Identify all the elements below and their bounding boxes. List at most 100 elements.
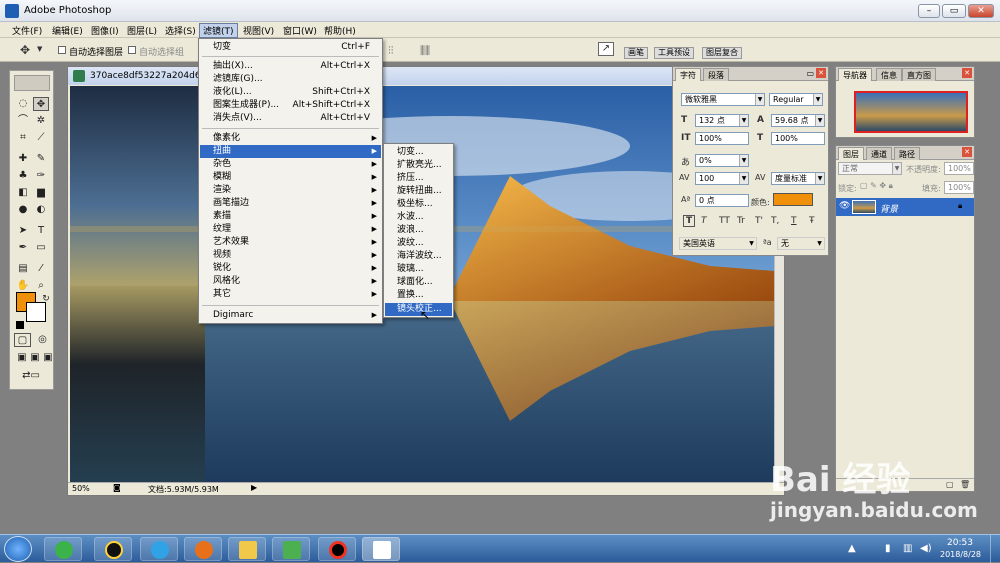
healing-brush-icon[interactable]: ✚ — [15, 152, 31, 166]
vertical-scale-field[interactable]: 100% — [695, 132, 749, 145]
status-arrow-icon[interactable]: ▶ — [251, 483, 257, 492]
menu-layer[interactable]: 图层(L) — [124, 24, 160, 37]
crop-tool-icon[interactable]: ⌗ — [15, 131, 31, 145]
kerning-field[interactable]: 度量标准 ▼ — [771, 172, 825, 185]
photoshop-feather-icon[interactable] — [14, 75, 50, 91]
align-icon[interactable]: ⫶⫶ — [388, 44, 394, 58]
menu-image[interactable]: 图像(I) — [88, 24, 122, 37]
background-color-swatch[interactable] — [26, 302, 46, 322]
lasso-tool-icon[interactable]: ⌒ — [15, 114, 31, 128]
filter-menu-item[interactable]: 模糊 ▶ — [200, 171, 381, 184]
zoom-tool-icon[interactable]: ⌕ — [33, 279, 49, 293]
distort-submenu-item[interactable]: 波纹... — [385, 237, 452, 250]
tab-character[interactable]: 字符 — [675, 68, 701, 81]
small-caps-icon[interactable]: Tr — [737, 216, 745, 226]
network-icon[interactable]: ▥ — [903, 543, 912, 554]
taskbar-app-photoshop[interactable] — [362, 537, 400, 561]
taskbar-app-qq[interactable] — [94, 537, 132, 561]
leading-field[interactable]: 59.68 点 ▼ — [771, 114, 825, 127]
distort-submenu-item[interactable]: 球面化... — [385, 276, 452, 289]
filter-menu-item[interactable]: Digimarc ▶ — [200, 309, 381, 322]
distort-submenu-item[interactable]: 波浪... — [385, 224, 452, 237]
tab-channels[interactable]: 通道 — [866, 147, 892, 160]
tab-layers[interactable]: 图层 — [838, 147, 864, 160]
tab-histogram[interactable]: 直方图 — [902, 68, 936, 81]
filter-menu-item[interactable]: 画笔描边 ▶ — [200, 197, 381, 210]
strikethrough-icon[interactable]: Ŧ — [809, 216, 815, 226]
tsume-field[interactable]: 0% ▼ — [695, 154, 749, 167]
gradient-tool-icon[interactable]: ▆ — [33, 186, 49, 200]
status-menu-icon[interactable]: ◙ — [113, 483, 121, 492]
tray-up-arrow-icon[interactable]: ▲ — [848, 543, 856, 554]
filter-menu-item[interactable]: 液化(L)... Shift+Ctrl+X — [200, 86, 381, 99]
move-tool-icon[interactable]: ✥ — [33, 97, 49, 111]
history-brush-icon[interactable]: ✑ — [33, 169, 49, 183]
filter-menu-item[interactable]: 杂色 ▶ — [200, 158, 381, 171]
show-desktop-button[interactable] — [990, 535, 1000, 563]
brush-tool-icon[interactable]: ✎ — [33, 152, 49, 166]
tab-navigator[interactable]: 导航器 — [838, 68, 872, 81]
taskbar-app-media[interactable] — [140, 537, 178, 561]
dodge-tool-icon[interactable]: ◐ — [33, 203, 49, 217]
filter-menu-item[interactable]: 纹理 ▶ — [200, 223, 381, 236]
eraser-tool-icon[interactable]: ◧ — [15, 186, 31, 200]
faux-bold-icon[interactable]: T — [683, 215, 696, 227]
distort-submenu-item[interactable]: 扩散亮光... — [385, 159, 452, 172]
screen-mode-3-icon[interactable]: ▣ — [40, 351, 56, 365]
filter-menu-item[interactable]: 渲染 ▶ — [200, 184, 381, 197]
distort-submenu-item[interactable]: 海洋波纹... — [385, 250, 452, 263]
type-tool-icon[interactable]: T — [33, 224, 49, 238]
auto-select-layer-checkbox[interactable] — [58, 46, 66, 54]
anti-alias-select[interactable]: 无 ▼ — [777, 237, 825, 250]
zoom-level[interactable]: 50% — [72, 484, 90, 493]
start-button[interactable] — [4, 536, 32, 562]
menu-view[interactable]: 视图(V) — [240, 24, 277, 37]
volume-icon[interactable]: ◀) — [920, 543, 932, 554]
menu-window[interactable]: 窗口(W) — [280, 24, 320, 37]
distort-submenu-item[interactable]: 极坐标... — [385, 198, 452, 211]
filter-menu-item[interactable]: 风格化 ▶ — [200, 275, 381, 288]
clone-stamp-icon[interactable]: ♣ — [15, 169, 31, 183]
tab-paths[interactable]: 路径 — [894, 147, 920, 160]
fill-field[interactable]: 100% — [944, 181, 974, 194]
palette-well-icon[interactable]: ↗ — [598, 42, 614, 56]
close-button[interactable]: ✕ — [968, 4, 994, 18]
taskbar-app-explorer[interactable] — [228, 537, 266, 561]
magic-wand-icon[interactable]: ✲ — [33, 114, 49, 128]
pen-tool-icon[interactable]: ✒ — [15, 241, 31, 255]
navigator-thumbnail[interactable] — [854, 91, 968, 133]
move-tool-icon[interactable]: ✥ — [20, 43, 30, 57]
taskbar-app-recorder[interactable] — [318, 537, 356, 561]
distribute-icon[interactable]: ⫼⫼ — [420, 44, 430, 58]
superscript-icon[interactable]: T' — [755, 216, 763, 226]
taskbar-app-360[interactable] — [44, 537, 82, 561]
hand-tool-icon[interactable]: ✋ — [15, 279, 31, 293]
distort-submenu-item-lens-correction[interactable]: 镜头校正... — [385, 303, 452, 316]
menu-help[interactable]: 帮助(H) — [321, 24, 359, 37]
blend-mode-select[interactable]: 正常 ▼ — [838, 162, 902, 175]
quick-mask-icon[interactable]: ◎ — [34, 333, 51, 347]
filter-menu-item[interactable]: 其它 ▶ — [200, 288, 381, 301]
faux-italic-icon[interactable]: T — [701, 216, 707, 226]
panel-minimize-icon[interactable]: ▭ — [806, 69, 814, 78]
menu-edit[interactable]: 编辑(E) — [49, 24, 86, 37]
minimize-button[interactable]: – — [918, 4, 940, 18]
filter-menu-item[interactable]: 锐化 ▶ — [200, 262, 381, 275]
opacity-field[interactable]: 100% — [944, 162, 974, 175]
panel-close-icon[interactable]: ✕ — [962, 147, 972, 157]
distort-submenu-item[interactable]: 挤压... — [385, 172, 452, 185]
filter-menu-item[interactable]: 素描 ▶ — [200, 210, 381, 223]
marquee-tool-icon[interactable]: ◌ — [15, 97, 31, 111]
menu-select[interactable]: 选择(S) — [162, 24, 199, 37]
filter-menu-item[interactable]: 抽出(X)... Alt+Ctrl+X — [200, 60, 381, 73]
taskbar-app-editor[interactable] — [272, 537, 310, 561]
distort-submenu-item[interactable]: 水波... — [385, 211, 452, 224]
restore-button[interactable]: ▭ — [942, 4, 966, 18]
standard-mode-icon[interactable]: ▢ — [14, 333, 31, 347]
menu-file[interactable]: 文件(F) — [9, 24, 45, 37]
clock-date[interactable]: 2018/8/28 — [940, 550, 981, 559]
filter-menu-item-distort[interactable]: 扭曲 ▶ — [200, 145, 381, 158]
clock-time[interactable]: 20:53 — [947, 538, 973, 548]
tab-paragraph[interactable]: 段落 — [703, 68, 729, 81]
filter-menu-item[interactable]: 艺术效果 ▶ — [200, 236, 381, 249]
